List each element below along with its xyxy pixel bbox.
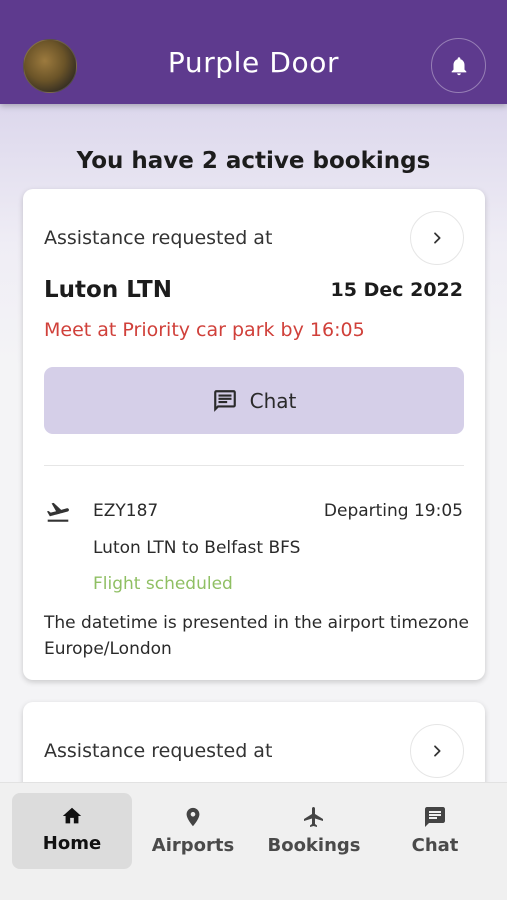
notifications-button[interactable] (431, 38, 486, 93)
page-title: You have 2 active bookings (76, 148, 431, 174)
airport-name: Luton LTN (44, 277, 172, 303)
flight-takeoff-icon (46, 502, 69, 522)
nav-bookings[interactable]: Bookings (254, 793, 374, 869)
timezone-note: The datetime is presented in the airport… (44, 613, 469, 659)
nav-chat[interactable]: Chat (375, 793, 495, 869)
app-header: Purple Door (0, 0, 507, 104)
chat-icon (213, 389, 236, 412)
nav-airports-label: Airports (151, 835, 235, 856)
departure-time: Departing 19:05 (323, 501, 463, 521)
flight-number: EZY187 (93, 501, 159, 521)
nav-home[interactable]: Home (12, 793, 132, 869)
nav-home-label: Home (42, 833, 102, 854)
flight-status: Flight scheduled (93, 574, 233, 594)
nav-chat-label: Chat (411, 835, 459, 856)
chat-button[interactable]: Chat (44, 367, 464, 434)
divider (44, 465, 464, 466)
meeting-instruction: Meet at Priority car park by 16:05 (44, 319, 365, 341)
main-content: You have 2 active bookings Assistance re… (0, 104, 507, 782)
nav-airports[interactable]: Airports (133, 793, 253, 869)
airplane-icon (304, 807, 323, 827)
home-icon (62, 807, 82, 824)
assistance-label: Assistance requested at (44, 740, 273, 762)
open-booking-button[interactable] (410, 724, 464, 778)
booking-date: 15 Dec 2022 (330, 279, 463, 301)
chevron-right-icon (434, 232, 441, 244)
chevron-right-icon (434, 745, 441, 757)
assistance-label: Assistance requested at (44, 227, 273, 249)
open-booking-button[interactable] (410, 211, 464, 265)
bell-icon (451, 56, 466, 75)
nav-bookings-label: Bookings (267, 835, 361, 856)
booking-card: Assistance requested at Luton LTN 15 Dec… (23, 189, 485, 680)
flight-route: Luton LTN to Belfast BFS (93, 538, 301, 558)
bottom-navigation: Home Airports Bookings Chat (0, 782, 507, 900)
location-pin-icon (186, 807, 200, 827)
booking-card: Assistance requested at (23, 702, 485, 782)
chat-button-label: Chat (249, 388, 297, 413)
chat-bubble-icon (425, 807, 445, 827)
